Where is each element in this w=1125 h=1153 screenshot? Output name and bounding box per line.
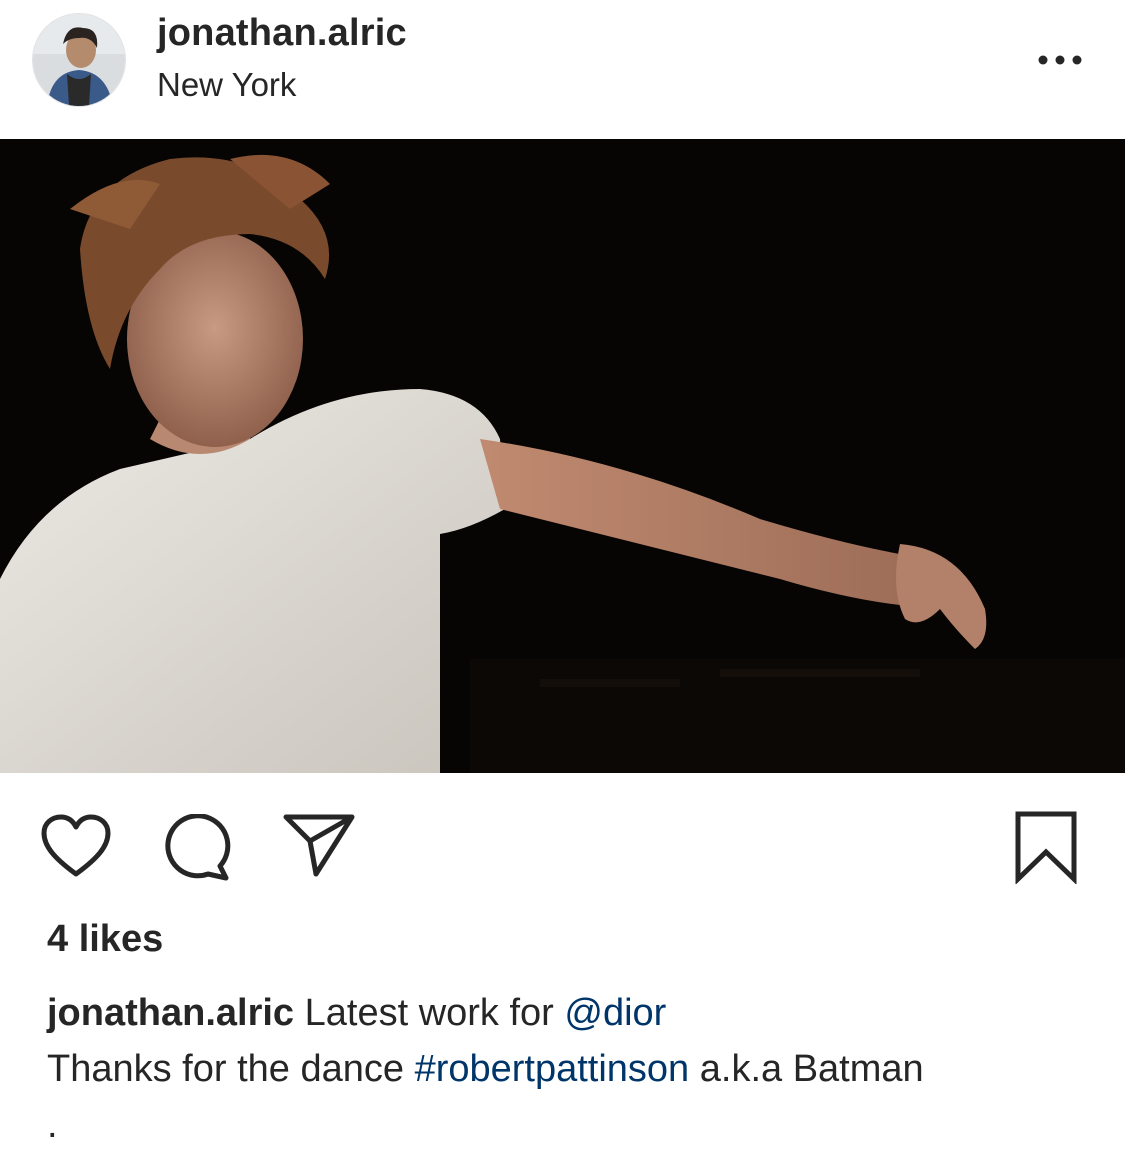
- caption-mention[interactable]: @dior: [564, 992, 666, 1034]
- ellipsis-icon: [1038, 55, 1082, 65]
- bookmark-icon: [1015, 811, 1077, 885]
- heart-outline-icon: [41, 814, 111, 877]
- post-header: jonathan.alric New York: [0, 0, 1125, 140]
- caption-hashtag[interactable]: #robertpattinson: [415, 1048, 690, 1090]
- caption-line-1: jonathan.alric Latest work for @dior: [47, 985, 1107, 1041]
- caption-text: a.k.a Batman: [689, 1048, 924, 1090]
- caption-line-3: .: [47, 1104, 58, 1146]
- avatar[interactable]: [33, 14, 125, 106]
- caption-text: Thanks for the dance: [47, 1048, 415, 1090]
- video-frame-image: [0, 139, 1125, 773]
- post-actions: [0, 800, 1125, 900]
- save-button[interactable]: [1013, 810, 1079, 889]
- post-caption: jonathan.alric Latest work for @dior Tha…: [47, 985, 1107, 1153]
- paper-plane-icon: [283, 814, 355, 877]
- post-username[interactable]: jonathan.alric: [157, 12, 407, 55]
- more-options-button[interactable]: [1030, 40, 1090, 80]
- caption-text: Latest work for: [294, 992, 565, 1034]
- post-media-video[interactable]: [0, 139, 1125, 773]
- caption-line-2: Thanks for the dance #robertpattinson a.…: [47, 1041, 1107, 1097]
- likes-count[interactable]: 4 likes: [47, 918, 163, 961]
- like-button[interactable]: [40, 814, 112, 885]
- comment-bubble-icon: [165, 813, 231, 881]
- post-location[interactable]: New York: [157, 66, 296, 104]
- share-button[interactable]: [282, 812, 356, 883]
- caption-username[interactable]: jonathan.alric: [47, 992, 294, 1034]
- comment-button[interactable]: [160, 813, 236, 887]
